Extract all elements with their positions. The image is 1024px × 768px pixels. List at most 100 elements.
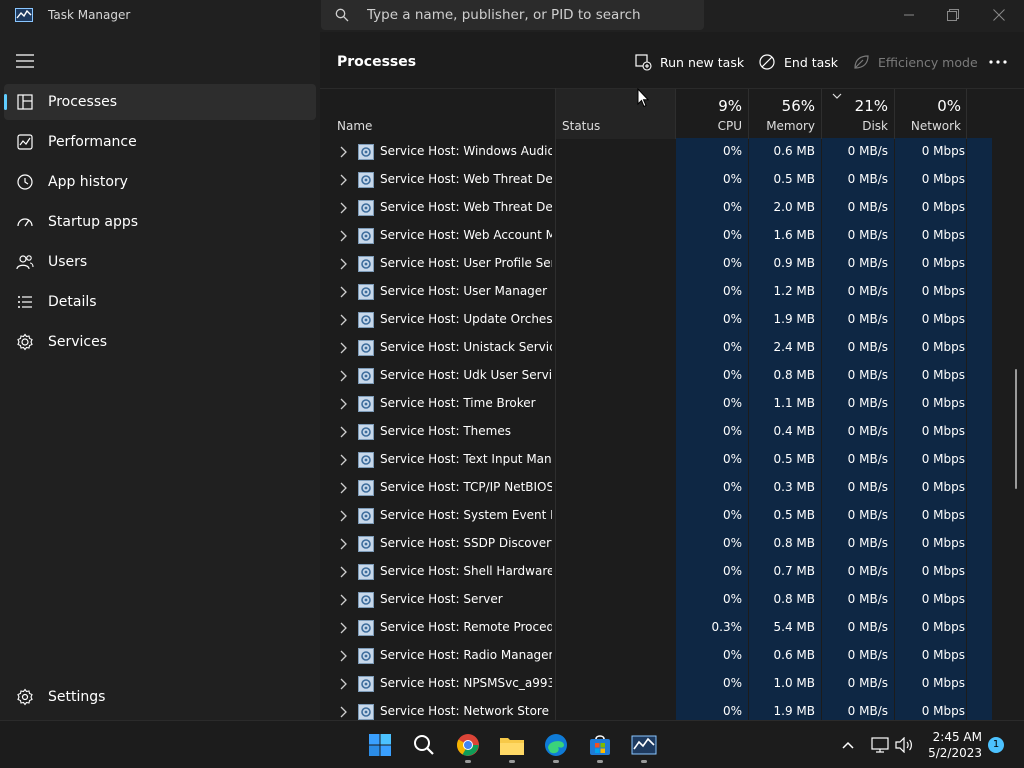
system-clock[interactable]: 2:45 AM 5/2/2023 — [922, 729, 982, 761]
process-memory: 0.7 MB — [773, 564, 815, 578]
chevron-right-icon[interactable] — [339, 454, 347, 466]
memory-column-header[interactable]: 56% Memory — [749, 89, 821, 139]
chevron-right-icon[interactable] — [339, 286, 347, 298]
sidebar-item-users[interactable]: Users — [4, 244, 316, 280]
chevron-right-icon[interactable] — [339, 314, 347, 326]
table-row[interactable]: Service Host: User Profile Servi... 0% 0.9… — [320, 250, 1024, 278]
run-new-task-button[interactable]: Run new task — [634, 44, 744, 80]
disk-column-header[interactable]: 21% Disk — [822, 89, 894, 139]
speaker-volume-icon — [895, 737, 912, 753]
chevron-right-icon[interactable] — [339, 258, 347, 270]
process-name: Service Host: Remote Procedu... — [380, 620, 552, 634]
process-name: Service Host: Text Input Mana... — [380, 452, 552, 466]
sidebar-item-details[interactable]: Details — [4, 284, 316, 320]
search-input[interactable] — [367, 4, 687, 26]
cpu-column-header[interactable]: 9% CPU — [676, 89, 748, 139]
sidebar-item-label: Performance — [48, 134, 137, 150]
chevron-right-icon[interactable] — [339, 594, 347, 606]
table-row[interactable]: Service Host: TCP/IP NetBIOS ... 0% 0.3 MB… — [320, 474, 1024, 502]
table-row[interactable]: Service Host: Update Orchestr... 0% 1.9 MB… — [320, 306, 1024, 334]
chevron-right-icon[interactable] — [339, 706, 347, 718]
chevron-right-icon[interactable] — [339, 622, 347, 634]
table-row[interactable]: Service Host: Time Broker 0% 1.1 MB 0 MB/s 0… — [320, 390, 1024, 418]
table-row[interactable]: Service Host: Windows Audio ... 0% 0.6 MB 0… — [320, 138, 1024, 166]
process-name: Service Host: Unistack Service ... — [380, 340, 552, 354]
process-name: Service Host: Web Threat Defe... — [380, 172, 552, 186]
chevron-right-icon[interactable] — [339, 202, 347, 214]
process-network: 0 Mbps — [921, 172, 965, 186]
restore-button[interactable] — [930, 0, 976, 30]
table-row[interactable]: Service Host: Shell Hardware ... 0% 0.7 MB… — [320, 558, 1024, 586]
sidebar-item-app-history[interactable]: App history — [4, 164, 316, 200]
chevron-right-icon[interactable] — [339, 230, 347, 242]
taskbar-search-button[interactable] — [406, 727, 442, 763]
restore-icon — [947, 9, 959, 21]
network-column-header[interactable]: 0% Network — [895, 89, 967, 139]
hamburger-menu-icon[interactable] — [16, 54, 34, 68]
show-hidden-icons-button[interactable] — [838, 735, 858, 755]
table-row[interactable]: Service Host: Server 0% 0.8 MB 0 MB/s 0 Mbps — [320, 586, 1024, 614]
service-host-gear-icon — [358, 480, 374, 496]
network-tray-button[interactable] — [870, 735, 890, 755]
table-row[interactable]: Service Host: Themes 0% 0.4 MB 0 MB/s 0 Mbps — [320, 418, 1024, 446]
efficiency-mode-button[interactable]: Efficiency mode — [852, 44, 978, 80]
sidebar-item-settings[interactable]: Settings — [4, 679, 316, 715]
table-row[interactable]: Service Host: NPSMSvc_a993a 0% 1.0 MB 0 MB/… — [320, 670, 1024, 698]
table-row[interactable]: Service Host: Text Input Mana... 0% 0.5 MB… — [320, 446, 1024, 474]
chevron-right-icon[interactable] — [339, 426, 347, 438]
chevron-right-icon[interactable] — [339, 538, 347, 550]
clock-time: 2:45 AM — [932, 730, 982, 744]
sidebar-item-services[interactable]: Services — [4, 324, 316, 360]
process-memory: 0.4 MB — [773, 424, 815, 438]
chevron-right-icon[interactable] — [339, 510, 347, 522]
process-memory: 0.9 MB — [773, 256, 815, 270]
sidebar-item-performance[interactable]: Performance — [4, 124, 316, 160]
table-row[interactable]: Service Host: Radio Managem... 0% 0.6 MB 0 … — [320, 642, 1024, 670]
file-explorer-taskbar-button[interactable] — [494, 727, 530, 763]
microsoft-store-taskbar-button[interactable] — [582, 727, 618, 763]
table-row[interactable]: Service Host: Network Store In... 0% 1.9 M… — [320, 698, 1024, 720]
task-manager-taskbar-button[interactable] — [626, 727, 662, 763]
process-memory: 1.2 MB — [773, 284, 815, 298]
status-column-header[interactable]: Status — [556, 89, 675, 139]
table-row[interactable]: Service Host: Web Threat Defe... 0% 0.5 MB… — [320, 166, 1024, 194]
chevron-right-icon[interactable] — [339, 146, 347, 158]
chevron-right-icon[interactable] — [339, 398, 347, 410]
table-row[interactable]: Service Host: SSDP Discovery 0% 0.8 MB 0 MB… — [320, 530, 1024, 558]
chevron-right-icon[interactable] — [339, 566, 347, 578]
more-options-button[interactable] — [984, 50, 1012, 74]
process-cpu: 0% — [722, 676, 742, 690]
name-column-header[interactable]: Name — [331, 89, 551, 139]
mouse-cursor-icon — [637, 88, 649, 108]
chrome-taskbar-button[interactable] — [450, 727, 486, 763]
process-cpu: 0% — [722, 368, 742, 382]
table-row[interactable]: Service Host: User Manager 0% 1.2 MB 0 MB/s… — [320, 278, 1024, 306]
notification-badge[interactable]: 1 — [988, 737, 1004, 753]
chevron-right-icon[interactable] — [339, 482, 347, 494]
start-button[interactable] — [362, 727, 398, 763]
table-row[interactable]: Service Host: Udk User Service... 0% 0.8 M… — [320, 362, 1024, 390]
table-row[interactable]: Service Host: Web Account M... 0% 1.6 MB 0 … — [320, 222, 1024, 250]
chevron-right-icon[interactable] — [339, 174, 347, 186]
vertical-scrollbar[interactable] — [1015, 369, 1017, 489]
process-memory: 1.0 MB — [773, 676, 815, 690]
table-row[interactable]: Service Host: Remote Procedu... 0.3% 5.4 M… — [320, 614, 1024, 642]
service-host-gear-icon — [358, 564, 374, 580]
minimize-button[interactable] — [886, 0, 932, 30]
chevron-right-icon[interactable] — [339, 678, 347, 690]
table-row[interactable]: Service Host: Web Threat Defe... 0% 2.0 MB… — [320, 194, 1024, 222]
sidebar-item-processes[interactable]: Processes — [4, 84, 316, 120]
edge-taskbar-button[interactable] — [538, 727, 574, 763]
close-button[interactable] — [976, 0, 1022, 30]
table-row[interactable]: Service Host: System Event No... 0% 0.5 MB… — [320, 502, 1024, 530]
search-box[interactable] — [321, 0, 704, 30]
chevron-right-icon[interactable] — [339, 650, 347, 662]
table-row[interactable]: Service Host: Unistack Service ... 0% 2.4 … — [320, 334, 1024, 362]
chevron-right-icon[interactable] — [339, 370, 347, 382]
chevron-right-icon[interactable] — [339, 342, 347, 354]
volume-tray-button[interactable] — [894, 735, 914, 755]
end-task-button[interactable]: End task — [758, 44, 838, 80]
sidebar: Processes Performance App history Startu… — [0, 32, 320, 720]
sidebar-item-startup-apps[interactable]: Startup apps — [4, 204, 316, 240]
active-indicator — [4, 94, 7, 110]
